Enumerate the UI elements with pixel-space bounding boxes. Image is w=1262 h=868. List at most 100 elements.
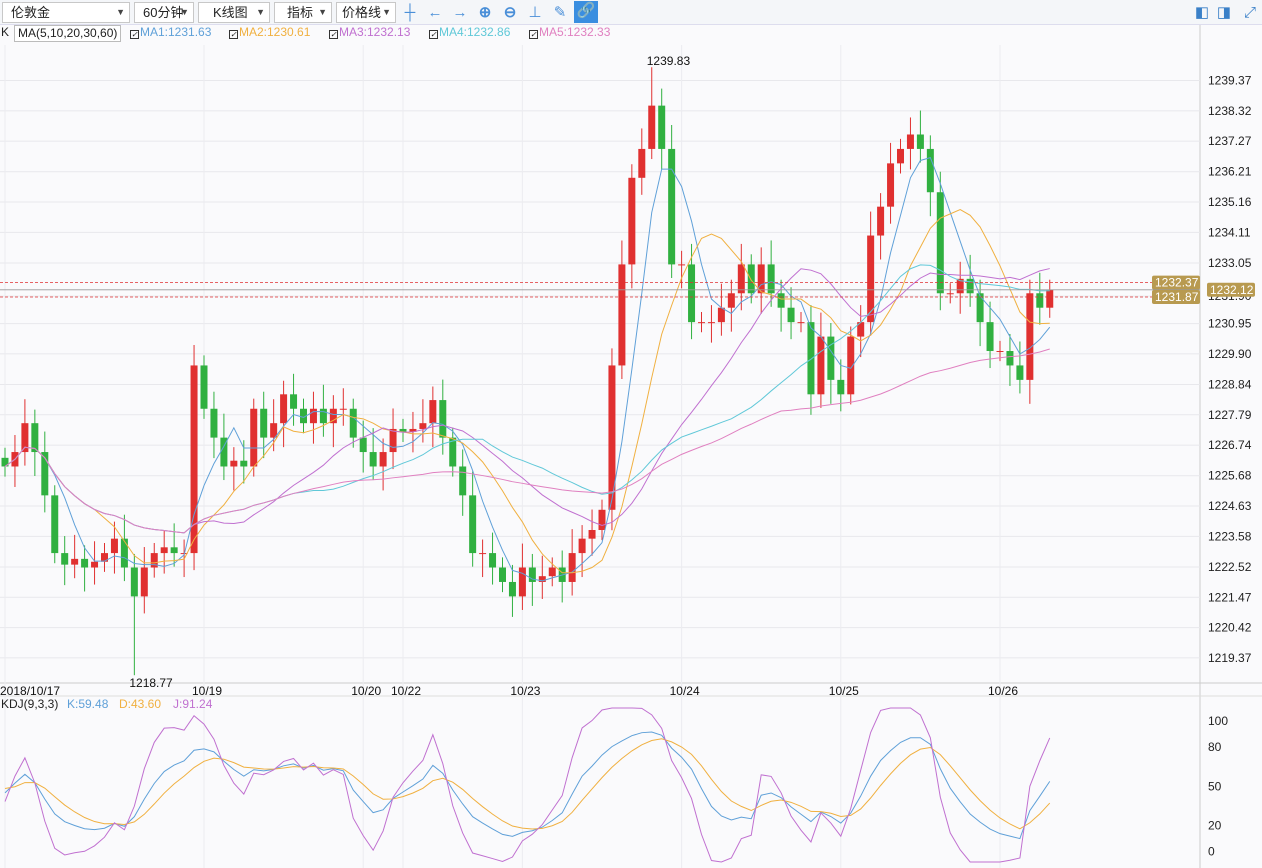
candle-body bbox=[897, 148, 904, 164]
price-line-select[interactable]: 价格线 ▼ bbox=[336, 2, 396, 23]
candle bbox=[290, 373, 298, 426]
x-tick-label: 10/23 bbox=[510, 684, 540, 698]
kdj-tick-label: 50 bbox=[1208, 779, 1222, 793]
ma1-toggle[interactable]: ✓ MA1:1231.63 bbox=[130, 25, 211, 40]
symbol-select[interactable]: 伦敦金 ▼ bbox=[2, 2, 130, 23]
ma4-toggle[interactable]: ✓ MA4:1232.86 bbox=[429, 25, 510, 40]
candle bbox=[518, 543, 526, 610]
period-label: 60分钟 bbox=[143, 5, 184, 20]
candle bbox=[1016, 341, 1024, 394]
y-tick-label: 1224.63 bbox=[1208, 499, 1252, 513]
ma5-toggle[interactable]: ✓ MA5:1232.33 bbox=[529, 25, 610, 40]
candle bbox=[688, 243, 696, 340]
candle bbox=[926, 135, 934, 217]
candle bbox=[767, 240, 775, 307]
candle-body bbox=[538, 576, 546, 582]
candle bbox=[449, 427, 457, 477]
arrow-left-icon[interactable]: ← bbox=[425, 3, 445, 23]
candle-body bbox=[479, 553, 487, 555]
indicator-label: 指标 bbox=[287, 5, 314, 20]
candle-body bbox=[71, 558, 79, 565]
candle-body bbox=[598, 509, 606, 530]
candle-body bbox=[628, 177, 636, 265]
candle bbox=[956, 261, 964, 314]
candle-body bbox=[837, 379, 845, 395]
crosshair-icon[interactable]: ┼ bbox=[400, 3, 420, 23]
y-tick-label: 1234.11 bbox=[1208, 225, 1251, 239]
price-chart[interactable]: 1239.37 1238.32 1237.27 1236.21 1235.16 1234.… bbox=[0, 0, 1262, 868]
chevron-down-icon: ▼ bbox=[116, 7, 125, 17]
candle bbox=[190, 344, 198, 571]
candle bbox=[71, 534, 79, 579]
candle bbox=[91, 541, 99, 585]
fullscreen-icon[interactable]: ⤢ bbox=[1240, 3, 1260, 23]
right-panel-icon[interactable]: ◨ bbox=[1214, 3, 1234, 23]
candle bbox=[578, 525, 586, 578]
candle-body bbox=[290, 394, 298, 409]
zoom-out-icon[interactable]: ⊖ bbox=[500, 3, 520, 23]
candle-body bbox=[1026, 293, 1034, 380]
candle-body bbox=[996, 351, 1004, 353]
k-label: K bbox=[1, 25, 10, 39]
candle bbox=[837, 359, 845, 412]
pencil-icon[interactable]: ✎ bbox=[550, 3, 570, 23]
candle bbox=[489, 532, 497, 585]
candle-body bbox=[41, 452, 49, 496]
candle bbox=[817, 312, 825, 408]
candle-body bbox=[170, 547, 178, 554]
candle bbox=[280, 380, 288, 448]
candle-body bbox=[319, 408, 327, 424]
candle bbox=[339, 388, 347, 426]
candle bbox=[698, 312, 705, 333]
chart-type-select[interactable]: K线图 ▼ bbox=[198, 2, 270, 23]
candle-body bbox=[906, 134, 914, 149]
candle-body bbox=[309, 408, 317, 424]
candle-body bbox=[180, 553, 188, 555]
candle-body bbox=[499, 567, 506, 582]
candle-body bbox=[658, 105, 666, 149]
ma3-toggle[interactable]: ✓ MA3:1232.13 bbox=[329, 25, 410, 40]
candle bbox=[1046, 279, 1054, 318]
kdj-d-value: D:43.60 bbox=[119, 697, 162, 711]
zoom-in-icon[interactable]: ⊕ bbox=[475, 3, 495, 23]
x-tick-label: 10/22 bbox=[391, 684, 421, 698]
chevron-down-icon: ▼ bbox=[382, 7, 391, 17]
candle-body bbox=[250, 408, 258, 467]
y-tick-label: 1225.68 bbox=[1208, 469, 1252, 483]
candle bbox=[618, 240, 626, 380]
candle-body bbox=[230, 460, 238, 467]
left-panel-icon[interactable]: ◧ bbox=[1192, 3, 1212, 23]
axis-icon[interactable]: ⊥ bbox=[525, 3, 545, 23]
ma5-line bbox=[4, 348, 1050, 534]
kdj-tick-label: 100 bbox=[1208, 714, 1228, 728]
ma2-toggle[interactable]: ✓ MA2:1230.61 bbox=[229, 25, 310, 40]
candle-body bbox=[588, 529, 596, 539]
candle bbox=[51, 485, 59, 564]
candle-body bbox=[1, 457, 9, 467]
candle bbox=[160, 530, 168, 574]
candle-body bbox=[160, 547, 168, 554]
y-tick-label: 1230.95 bbox=[1208, 317, 1252, 331]
candle-body bbox=[727, 293, 735, 308]
candle-body bbox=[300, 408, 307, 424]
candle bbox=[867, 211, 875, 336]
period-select[interactable]: 60分钟 ▼ bbox=[134, 2, 194, 23]
arrow-right-icon[interactable]: → bbox=[450, 3, 470, 23]
candle bbox=[797, 312, 805, 333]
indicator-select[interactable]: 指标 ▼ bbox=[274, 2, 332, 23]
candle bbox=[499, 557, 506, 593]
candle bbox=[150, 542, 158, 578]
price-tag-label: 1232.12 bbox=[1210, 283, 1254, 297]
y-tick-label: 1222.52 bbox=[1208, 560, 1252, 574]
candle-body bbox=[459, 466, 467, 496]
ma-params[interactable]: MA(5,10,20,30,60) bbox=[14, 25, 122, 42]
link-icon[interactable]: 🔗 bbox=[574, 1, 598, 23]
y-tick-label: 1221.47 bbox=[1208, 590, 1252, 604]
candle-body bbox=[857, 322, 865, 337]
candle-body bbox=[707, 322, 715, 324]
price-tag-label: 1231.87 bbox=[1155, 290, 1199, 304]
candle bbox=[528, 553, 536, 606]
candle-body bbox=[877, 206, 885, 236]
candle-body bbox=[329, 408, 337, 424]
candle-body bbox=[81, 558, 89, 568]
